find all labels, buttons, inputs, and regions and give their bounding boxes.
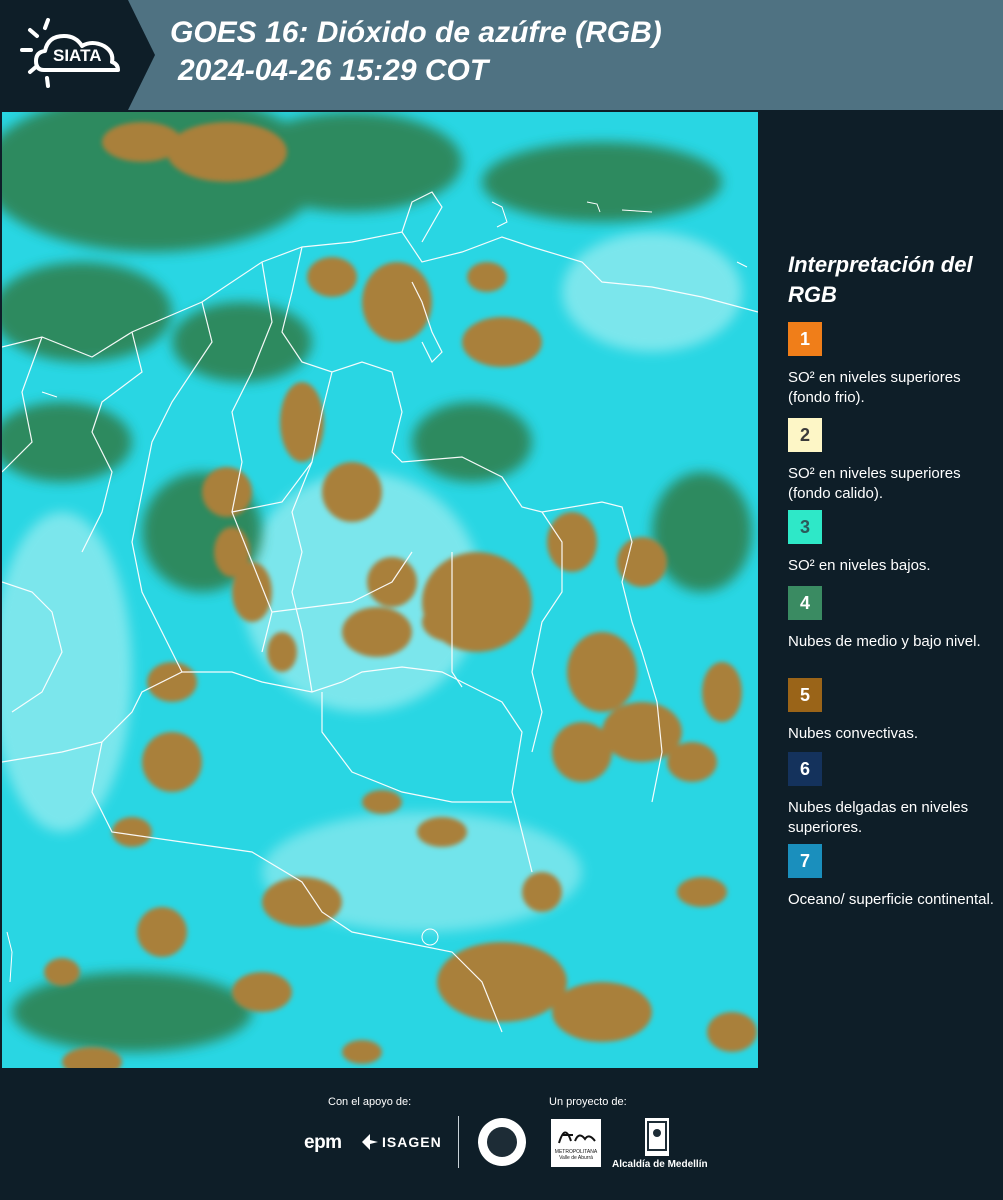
alcaldia-label: Alcaldía de Medellín xyxy=(612,1159,708,1170)
legend-swatch-1: 1 xyxy=(788,322,822,356)
alcaldia-crest-icon xyxy=(645,1118,669,1156)
legend-swatch-5: 5 xyxy=(788,678,822,712)
legend-item-6: 6 Nubes delgadas en niveles superiores. xyxy=(788,752,998,838)
footer-divider xyxy=(458,1116,459,1168)
header-bar: SIATA GOES 16: Dióxido de azúfre (RGB) 2… xyxy=(0,0,1003,110)
area-metropolitana-logo: METROPOLITANA Valle de Aburrá xyxy=(551,1119,601,1167)
legend-desc-6: Nubes delgadas en niveles superiores. xyxy=(788,799,969,836)
legend-panel: Interpretación del RGB 1 SO² en niveles … xyxy=(760,112,1003,1068)
logo-text: SIATA xyxy=(53,46,102,65)
legend-desc-2: SO² en niveles superiores (fondo calido)… xyxy=(788,465,961,502)
legend-title: Interpretación del RGB xyxy=(788,252,973,307)
support-label: Con el apoyo de: xyxy=(328,1096,412,1108)
legend-swatch-4: 4 xyxy=(788,586,822,620)
legend-swatch-6: 6 xyxy=(788,752,822,786)
legend-item-3: 3 SO² en niveles bajos. xyxy=(788,510,998,576)
epm-logo: epm xyxy=(304,1132,342,1153)
crest-icon xyxy=(647,1121,667,1151)
title-line-timestamp: 2024-04-26 15:29 COT xyxy=(178,54,489,87)
siata-logo: SIATA xyxy=(0,0,155,110)
legend-item-4: 4 Nubes de medio y bajo nivel. xyxy=(788,586,998,652)
legend-swatch-3: 3 xyxy=(788,510,822,544)
area-script-icon xyxy=(558,1131,596,1144)
legend-desc-4: Nubes de medio y bajo nivel. xyxy=(788,633,981,650)
legend-item-1: 1 SO² en niveles superiores (fondo frio)… xyxy=(788,322,998,408)
satellite-imagery xyxy=(2,112,758,1068)
seal-inner-icon xyxy=(487,1127,517,1157)
title-line-product: GOES 16: Dióxido de azúfre (RGB) xyxy=(170,16,662,49)
satellite-map xyxy=(2,112,758,1068)
footer-bar: Con el apoyo de: Un proyecto de: epm ISA… xyxy=(0,1070,1003,1200)
isagen-logo-icon xyxy=(362,1134,378,1150)
legend-item-5: 5 Nubes convectivas. xyxy=(788,678,998,744)
legend-desc-1: SO² en niveles superiores (fondo frio). xyxy=(788,369,961,406)
legend-desc-5: Nubes convectivas. xyxy=(788,725,919,742)
legend-swatch-2: 2 xyxy=(788,418,822,452)
legend-swatch-7: 7 xyxy=(788,844,822,878)
legend-desc-3: SO² en niveles bajos. xyxy=(788,557,931,574)
medellin-seal-icon xyxy=(478,1118,526,1166)
legend-desc-7: Oceano/ superficie continental. xyxy=(788,891,994,908)
area-metropolitana-text: METROPOLITANA Valle de Aburrá xyxy=(554,1149,598,1161)
legend-item-2: 2 SO² en niveles superiores (fondo calid… xyxy=(788,418,998,504)
isagen-logo: ISAGEN xyxy=(382,1134,442,1150)
page-title: GOES 16: Dióxido de azúfre (RGB) 2024-04… xyxy=(170,14,662,90)
project-label: Un proyecto de: xyxy=(549,1096,627,1108)
legend-item-7: 7 Oceano/ superficie continental. xyxy=(788,844,998,910)
